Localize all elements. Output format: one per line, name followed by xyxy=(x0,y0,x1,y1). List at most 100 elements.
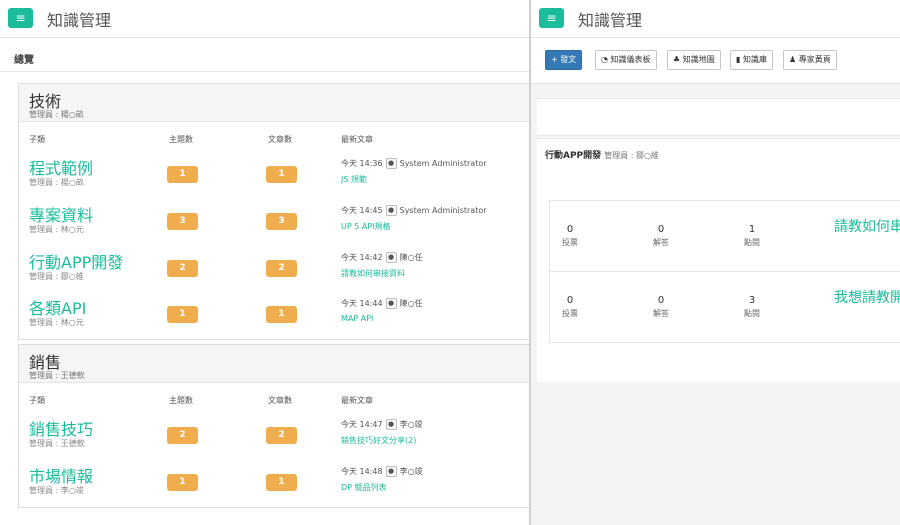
question-title-link[interactable]: 請教如何串 xyxy=(834,216,900,236)
category-header: 銷售 管理員 : 王德軟 xyxy=(19,345,529,383)
category-admin: 管理員 : 王德軟 xyxy=(29,371,85,380)
answers-stat: 0 解答 xyxy=(641,224,681,248)
topic-admin: 管理員 : 鄒○維 xyxy=(604,151,659,160)
question-title-link[interactable]: 我想請教開 xyxy=(834,287,900,307)
latest-time: 今天 14:36 xyxy=(341,159,383,168)
book-icon: ▮ xyxy=(736,55,743,64)
subcategory-row: 各類API 管理員 : 林○元 1 1 今天 14:44 ● 陳○任 MAP API xyxy=(19,295,529,341)
answers-label: 解答 xyxy=(653,309,669,318)
app-title: 知識管理 xyxy=(47,11,112,30)
subcategory-link[interactable]: 程式範例 xyxy=(29,155,93,179)
latest-user: System Administrator xyxy=(399,159,487,168)
subcategory-link[interactable]: 各類API xyxy=(29,295,86,319)
search-area xyxy=(537,98,900,136)
topics-badge: 2 xyxy=(167,260,198,277)
dashboard-icon: ◔ xyxy=(601,55,611,64)
col-sub: 子類 xyxy=(29,396,45,405)
articles-badge: 1 xyxy=(266,306,297,323)
answers-label: 解答 xyxy=(653,238,669,247)
question-row: 0 投票 0 解答 1 點閱 請教如何串 xyxy=(550,201,900,272)
votes-count: 0 xyxy=(566,224,574,235)
col-sub: 子類 xyxy=(29,135,45,144)
users-icon: ♟ xyxy=(789,55,799,64)
articles-badge: 2 xyxy=(266,427,297,444)
sitemap-icon: ♣ xyxy=(673,55,683,64)
subcategory-link[interactable]: 專案資料 xyxy=(29,202,93,226)
latest-time: 今天 14:44 xyxy=(341,299,383,308)
menu-icon[interactable]: ≡ xyxy=(8,8,33,28)
vault-button[interactable]: ▮ 知識庫 xyxy=(730,50,773,70)
answers-stat: 0 解答 xyxy=(641,295,681,319)
latest-article-link[interactable]: UP 5 API規格 xyxy=(341,221,391,232)
answers-count: 0 xyxy=(657,295,665,306)
votes-stat: 0 投票 xyxy=(550,224,590,248)
overview-label: 總覽 xyxy=(14,55,34,66)
latest-time: 今天 14:48 xyxy=(341,467,383,476)
votes-label: 投票 xyxy=(562,238,578,247)
views-count: 3 xyxy=(748,295,756,306)
votes-count: 0 xyxy=(566,295,574,306)
views-label: 點閱 xyxy=(744,309,760,318)
topics-badge: 1 xyxy=(167,474,198,491)
category-panel-tech: 技術 管理員 : 楊○畝 子類 主題數 文章數 最新文章 程式範例 管理員 : … xyxy=(18,83,529,340)
latest-article-link[interactable]: 銷售技巧好文分享(2) xyxy=(341,435,416,446)
latest-meta: 今天 14:48 ● 李○竣 xyxy=(341,466,423,477)
menu-icon[interactable]: ≡ xyxy=(539,8,564,28)
latest-meta: 今天 14:42 ● 陳○任 xyxy=(341,252,423,263)
left-window: ≡ 知識管理 總覽 技術 管理員 : 楊○畝 子類 主題數 文章數 最新文章 程… xyxy=(0,0,529,525)
latest-article-link[interactable]: JS 規範 xyxy=(341,174,367,185)
topic-name: 行動APP開發 xyxy=(545,151,602,161)
experts-label: 專家黃頁 xyxy=(798,55,831,64)
subcategory-admin: 管理員 : 楊○畝 xyxy=(29,178,84,187)
latest-article-link[interactable]: 請教如何串接資料 xyxy=(341,268,405,279)
latest-time: 今天 14:47 xyxy=(341,420,383,429)
app-title: 知識管理 xyxy=(578,11,643,30)
user-icon: ● xyxy=(385,158,397,169)
latest-article-link[interactable]: MAP API xyxy=(341,314,373,323)
map-label: 知識地圖 xyxy=(682,55,715,64)
articles-badge: 1 xyxy=(266,166,297,183)
dashboard-label: 知識儀表板 xyxy=(610,55,651,64)
col-topics: 主題數 xyxy=(169,396,193,405)
latest-user: 李○竣 xyxy=(399,467,423,476)
latest-user: 陳○任 xyxy=(399,299,423,308)
vault-label: 知識庫 xyxy=(742,55,767,64)
category-admin: 管理員 : 楊○畝 xyxy=(29,110,84,119)
subcategory-link[interactable]: 市場情報 xyxy=(29,463,93,487)
views-stat: 1 點閱 xyxy=(732,224,772,248)
category-panel-sales: 銷售 管理員 : 王德軟 子類 主題數 文章數 最新文章 銷售技巧 管理員 : … xyxy=(18,344,529,508)
map-button[interactable]: ♣ 知識地圖 xyxy=(667,50,721,70)
right-topbar: ≡ 知識管理 xyxy=(531,0,900,38)
subcategory-link[interactable]: 行動APP開發 xyxy=(29,249,123,273)
col-articles: 文章數 xyxy=(268,135,292,144)
category-header: 技術 管理員 : 楊○畝 xyxy=(19,84,529,122)
latest-article-link[interactable]: DP 競品列表 xyxy=(341,482,387,493)
subcategory-row: 銷售技巧 管理員 : 王德軟 2 2 今天 14:47 ● 李○竣 銷售技巧好文分享… xyxy=(19,416,529,462)
user-icon: ● xyxy=(385,298,397,309)
post-button[interactable]: + 發文 xyxy=(545,50,583,70)
dashboard-button[interactable]: ◔ 知識儀表板 xyxy=(595,50,657,70)
subcategory-row: 專案資料 管理員 : 林○元 3 3 今天 14:45 ● System Admin… xyxy=(19,202,529,248)
subcategory-link[interactable]: 銷售技巧 xyxy=(29,416,93,440)
topic-panel: 行動APP開發 管理員 : 鄒○維 0 投票 0 解答 1 點閱 請教如何串 0 投票 0… xyxy=(537,138,900,382)
latest-user: 陳○任 xyxy=(399,253,423,262)
user-icon: ● xyxy=(385,419,397,430)
latest-meta: 今天 14:45 ● System Administrator xyxy=(341,205,487,216)
question-list: 0 投票 0 解答 1 點閱 請教如何串 0 投票 0 解答 3 點閱 我想請教開 xyxy=(549,200,900,343)
articles-badge: 3 xyxy=(266,213,297,230)
articles-badge: 2 xyxy=(266,260,297,277)
experts-button[interactable]: ♟ 專家黃頁 xyxy=(783,50,837,70)
views-stat: 3 點閱 xyxy=(732,295,772,319)
question-row: 0 投票 0 解答 3 點閱 我想請教開 xyxy=(550,272,900,343)
right-window: ≡ 知識管理 + 發文 ◔ 知識儀表板 ♣ 知識地圖 ▮ 知識庫 ♟ 專家黃頁 … xyxy=(531,0,900,525)
latest-time: 今天 14:42 xyxy=(341,253,383,262)
action-toolbar: + 發文 ◔ 知識儀表板 ♣ 知識地圖 ▮ 知識庫 ♟ 專家黃頁 xyxy=(531,38,900,84)
subcategory-admin: 管理員 : 李○竣 xyxy=(29,486,84,495)
articles-badge: 1 xyxy=(266,474,297,491)
topics-badge: 1 xyxy=(167,166,198,183)
subcategory-row: 市場情報 管理員 : 李○竣 1 1 今天 14:48 ● 李○竣 DP 競品列表 xyxy=(19,463,529,509)
views-label: 點閱 xyxy=(744,238,760,247)
subcategory-row: 行動APP開發 管理員 : 鄒○維 2 2 今天 14:42 ● 陳○任 請教如何串… xyxy=(19,249,529,295)
latest-user: System Administrator xyxy=(399,206,487,215)
votes-stat: 0 投票 xyxy=(550,295,590,319)
